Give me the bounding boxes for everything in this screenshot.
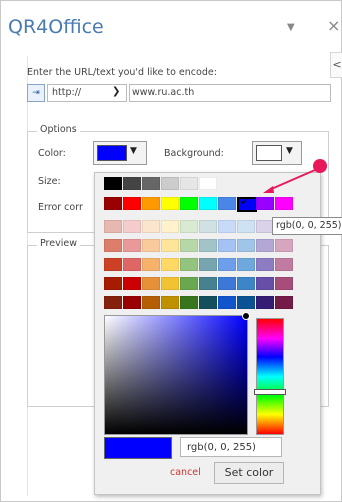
set-color-button[interactable]: Set color [214,462,284,484]
color-swatch[interactable] [104,239,122,252]
color-swatch[interactable] [218,197,236,210]
saturation-value-area[interactable] [104,315,248,435]
color-swatch[interactable] [218,258,236,271]
color-swatch[interactable] [161,296,179,309]
color-swatch[interactable] [104,258,122,271]
color-swatch[interactable] [199,197,217,210]
qr-arrow-icon: ⇥ [27,84,45,102]
color-swatch[interactable] [199,239,217,252]
color-swatch[interactable] [104,197,122,210]
checkmark-icon: ✓ [240,194,251,208]
color-swatch[interactable] [142,220,160,233]
color-swatch[interactable] [218,239,236,252]
annotation-line [268,169,316,191]
color-swatch[interactable] [104,296,122,309]
size-label: Size: [38,176,61,187]
color-swatch[interactable] [180,296,198,309]
cancel-link[interactable]: cancel [170,467,201,478]
color-swatch[interactable] [218,220,236,233]
hue-handle[interactable] [254,389,286,395]
close-icon[interactable]: × [327,16,340,35]
color-swatch[interactable] [123,296,141,309]
color-swatch[interactable] [218,277,236,290]
color-swatch[interactable] [123,258,141,271]
gray-swatch[interactable] [104,177,122,190]
color-swatch[interactable] [256,258,274,271]
color-swatch[interactable] [142,277,160,290]
url-input-value: www.ru.ac.th [132,87,195,98]
color-swatch[interactable] [199,277,217,290]
color-swatch[interactable] [180,277,198,290]
color-swatch[interactable] [161,220,179,233]
color-label: Color: [38,148,66,159]
gray-swatch[interactable] [161,177,179,190]
color-swatch[interactable] [275,296,293,309]
color-swatch[interactable] [180,239,198,252]
color-swatch[interactable] [123,197,141,210]
color-swatch[interactable] [123,220,141,233]
color-tooltip: rgb(0, 0, 255) [272,217,342,235]
color-swatch[interactable] [180,220,198,233]
chevron-down-icon: ❯ [112,86,121,97]
color-swatch[interactable] [275,258,293,271]
color-swatch[interactable] [123,239,141,252]
color-swatch[interactable] [237,296,255,309]
color-swatch[interactable] [218,296,236,309]
color-swatch[interactable] [161,277,179,290]
url-prompt-label: Enter the URL/text you'd like to encode: [27,67,217,78]
protocol-select[interactable]: http:// ❯ [47,84,127,102]
annotation-arrowhead [263,186,274,193]
color-swatch[interactable] [275,239,293,252]
sv-cursor-handle[interactable] [242,312,250,320]
color-swatch[interactable] [104,277,122,290]
preview-legend: Preview [37,238,80,249]
background-label: Background: [164,148,224,159]
color-swatch[interactable] [161,197,179,210]
color-swatch[interactable] [180,197,198,210]
color-swatch[interactable] [237,220,255,233]
error-correction-label: Error corr [38,202,83,213]
color-swatch[interactable] [275,277,293,290]
app-title: QR4Office [8,16,104,38]
protocol-value: http:// [52,87,82,98]
collapse-tab[interactable]: < [330,52,342,78]
color-swatch[interactable] [180,258,198,271]
color-swatch[interactable] [142,258,160,271]
selected-color-preview [104,437,172,459]
color-swatch[interactable] [161,239,179,252]
color-swatch[interactable] [237,239,255,252]
gray-swatch[interactable] [142,177,160,190]
chevron-down-icon[interactable]: ▼ [287,22,295,33]
color-swatch[interactable] [237,277,255,290]
url-input[interactable]: www.ru.ac.th [129,84,331,102]
gray-swatch[interactable] [123,177,141,190]
chevron-down-icon: ▼ [130,146,137,156]
color-value-input[interactable]: rgb(0, 0, 255) [180,437,282,457]
annotation-arrow [263,159,327,193]
color-swatch[interactable] [142,296,160,309]
color-swatch[interactable] [142,239,160,252]
color-swatch[interactable] [256,296,274,309]
color-swatch [97,145,127,161]
gray-swatch[interactable] [199,177,217,190]
color-button[interactable]: ▼ [93,141,147,165]
hue-slider[interactable] [256,318,284,435]
color-swatch[interactable] [123,277,141,290]
color-swatch[interactable] [199,220,217,233]
color-swatch[interactable] [237,258,255,271]
color-swatch[interactable] [256,239,274,252]
color-swatch[interactable] [256,277,274,290]
color-swatch[interactable] [199,258,217,271]
color-swatch[interactable] [161,258,179,271]
color-swatch[interactable] [104,220,122,233]
gray-swatch[interactable] [180,177,198,190]
color-swatch[interactable] [142,197,160,210]
options-legend: Options [37,124,80,135]
color-swatch[interactable] [199,296,217,309]
